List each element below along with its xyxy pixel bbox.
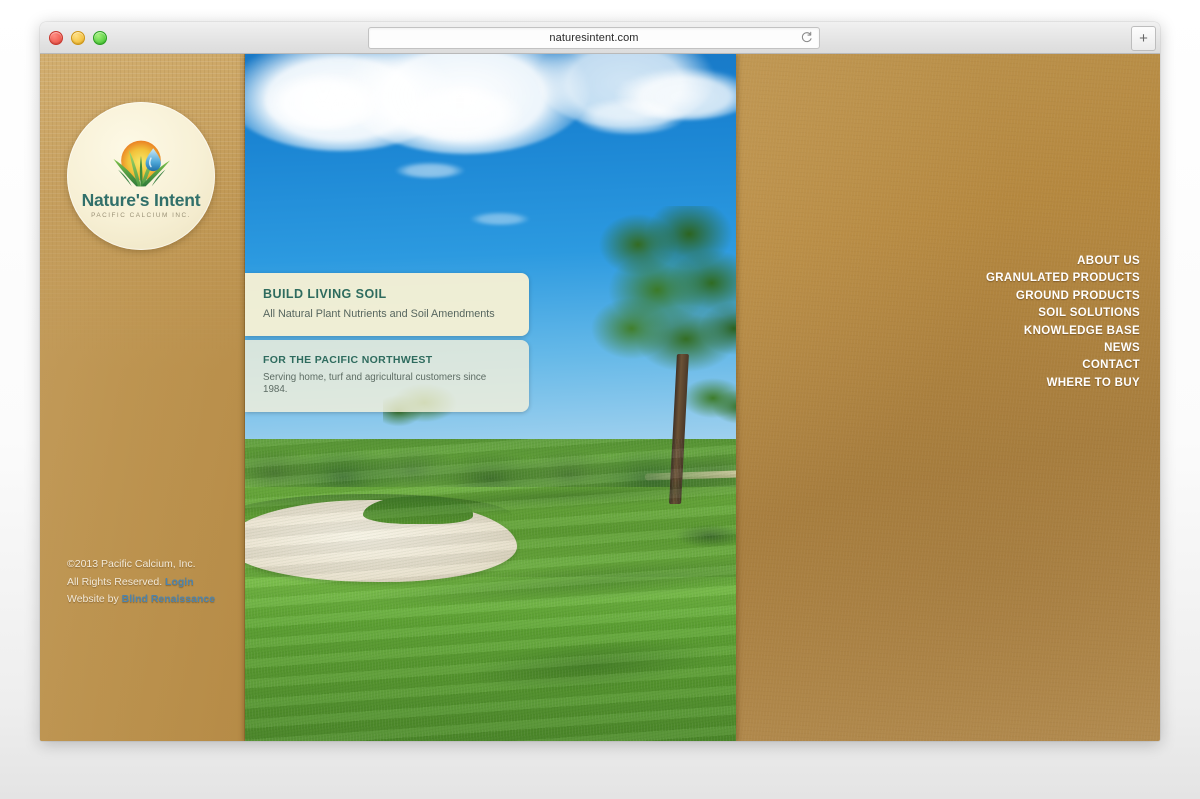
- hero-callout-build-living-soil[interactable]: BUILD LIVING SOIL All Natural Plant Nutr…: [245, 273, 529, 337]
- site-footer: ©2013 Pacific Calcium, Inc. All Rights R…: [67, 556, 247, 609]
- address-bar[interactable]: naturesintent.com: [368, 27, 820, 49]
- cloud: [395, 162, 465, 178]
- logo-name: Nature's Intent: [81, 190, 201, 211]
- callout-title: FOR THE PACIFIC NORTHWEST: [263, 354, 433, 366]
- nav-item-ground-products[interactable]: GROUND PRODUCTS: [955, 288, 1140, 305]
- browser-titlebar: naturesintent.com +: [40, 22, 1160, 54]
- window-traffic-lights: [49, 31, 107, 45]
- page-viewport: Nature's Intent PACIFIC CALCIUM INC. ABO…: [40, 54, 1160, 741]
- site-logo[interactable]: Nature's Intent PACIFIC CALCIUM INC.: [67, 102, 215, 250]
- sun-grass-waterdrop-icon: [113, 140, 170, 187]
- footer-copyright: ©2013 Pacific Calcium, Inc.: [67, 558, 196, 570]
- cloud: [263, 72, 383, 130]
- callout-title: BUILD LIVING SOIL: [263, 287, 387, 301]
- browser-window: naturesintent.com + Nature's Intent PACI…: [40, 22, 1160, 741]
- hero-image-column: BUILD LIVING SOIL All Natural Plant Nutr…: [245, 54, 736, 741]
- cloud: [575, 98, 685, 134]
- footer-rights-text: All Rights Reserved.: [67, 575, 163, 588]
- callout-subtitle: All Natural Plant Nutrients and Soil Ame…: [263, 308, 495, 320]
- nav-item-granulated-products[interactable]: GRANULATED PRODUCTS: [955, 270, 1140, 287]
- footer-credit-prefix: Website by: [67, 593, 119, 605]
- nav-item-about-us[interactable]: ABOUT US: [955, 253, 1140, 270]
- cloud: [395, 84, 525, 140]
- url-text: naturesintent.com: [549, 32, 639, 44]
- nav-item-knowledge-base[interactable]: KNOWLEDGE BASE: [955, 323, 1140, 340]
- logo-tagline: PACIFIC CALCIUM INC.: [91, 211, 191, 219]
- footer-credit-line: Website by Blind Renaissance: [67, 591, 247, 609]
- footer-credit-link[interactable]: Blind Renaissance: [122, 593, 215, 605]
- main-navigation: ABOUT US GRANULATED PRODUCTS GROUND PROD…: [955, 253, 1160, 392]
- cloud: [470, 212, 530, 225]
- new-tab-label: +: [1139, 30, 1148, 47]
- new-tab-button[interactable]: +: [1131, 26, 1156, 51]
- maximize-window-button[interactable]: [93, 31, 107, 45]
- footer-rights-line: All Rights Reserved. Login: [67, 574, 247, 592]
- nav-item-soil-solutions[interactable]: SOIL SOLUTIONS: [955, 305, 1140, 322]
- hero-callout-pacific-northwest[interactable]: FOR THE PACIFIC NORTHWEST Serving home, …: [245, 340, 529, 413]
- nav-item-where-to-buy[interactable]: WHERE TO BUY: [955, 375, 1140, 392]
- callout-subtitle: Serving home, turf and agricultural cust…: [263, 371, 487, 396]
- rough-patch: [675, 524, 736, 548]
- footer-login-link[interactable]: Login: [165, 576, 194, 588]
- foreground-tree-canopy: [590, 206, 736, 381]
- minimize-window-button[interactable]: [71, 31, 85, 45]
- nav-item-contact[interactable]: CONTACT: [955, 357, 1140, 374]
- nav-item-news[interactable]: NEWS: [955, 340, 1140, 357]
- reload-icon[interactable]: [800, 31, 813, 44]
- bunker-lip: [363, 496, 473, 524]
- close-window-button[interactable]: [49, 31, 63, 45]
